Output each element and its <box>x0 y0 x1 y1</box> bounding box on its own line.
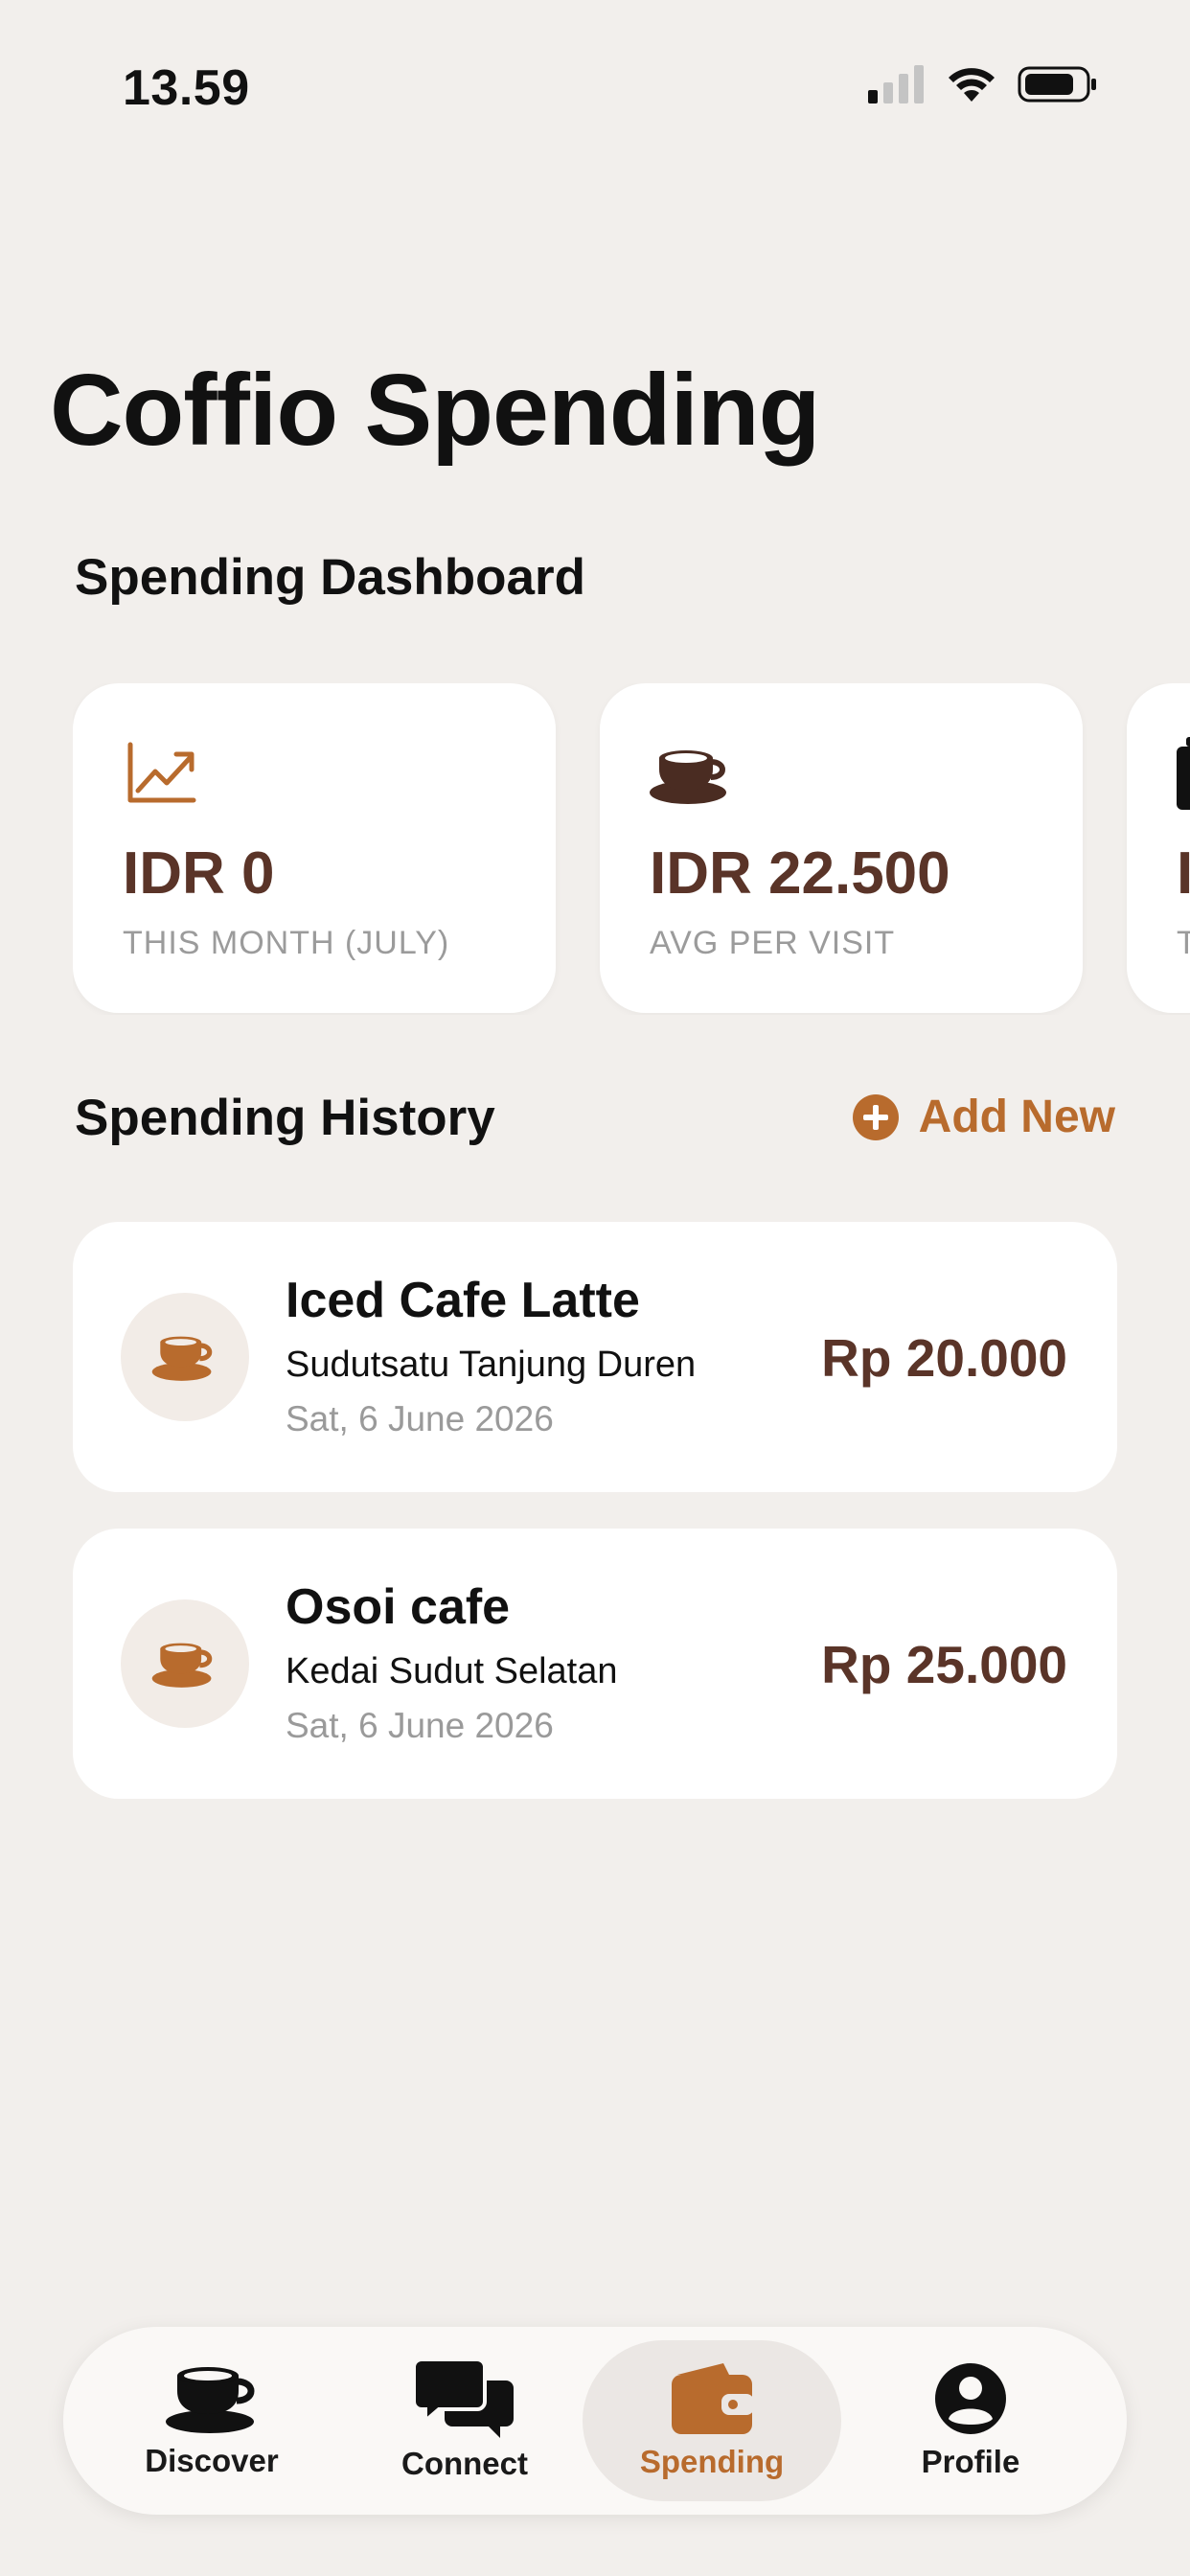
item-date: Sat, 6 June 2026 <box>286 1399 554 1438</box>
nav-item-profile[interactable]: Profile <box>841 2340 1100 2501</box>
item-icon-wrap <box>121 1599 249 1728</box>
item-date: Sat, 6 June 2026 <box>286 1706 554 1745</box>
stat-value: IDR 0 <box>123 840 275 907</box>
wifi-icon <box>949 68 995 102</box>
nav-label: Profile <box>921 2444 1020 2479</box>
stat-card-this-month[interactable]: IDR 0 THIS MONTH (JULY) <box>73 683 556 1013</box>
dashboard-cards[interactable]: IDR 0 THIS MONTH (JULY) IDR 22.500 AVG P… <box>73 683 1190 1015</box>
person-circle-icon <box>935 2363 1006 2434</box>
nav-item-connect[interactable]: Connect <box>335 2340 594 2501</box>
item-location: Sudutsatu Tanjung Duren <box>286 1345 697 1385</box>
stat-caption: THIS MONTH (JULY) <box>123 925 450 961</box>
stat-value: I <box>1177 840 1190 907</box>
history-item[interactable]: Iced Cafe Latte Sudutsatu Tanjung Duren … <box>73 1222 1117 1492</box>
plus-circle-icon <box>852 1093 899 1140</box>
item-name: Osoi cafe <box>286 1579 511 1635</box>
chat-bubbles-icon <box>414 2359 514 2438</box>
status-icons <box>868 65 1098 104</box>
dashboard-title: Spending Dashboard <box>75 549 585 606</box>
nav-item-discover[interactable]: Discover <box>82 2340 341 2501</box>
coffee-cup-icon <box>650 750 726 804</box>
item-location: Kedai Sudut Selatan <box>286 1651 618 1691</box>
history-title: Spending History <box>75 1090 495 1146</box>
nav-item-spending[interactable]: Spending <box>583 2340 841 2501</box>
history-item[interactable]: Osoi cafe Kedai Sudut Selatan Sat, 6 Jun… <box>73 1529 1117 1799</box>
page-title: Coffio Spending <box>50 354 820 467</box>
wallet-icon <box>672 2363 754 2434</box>
battery-icon <box>1018 66 1096 103</box>
add-new-button[interactable]: Add New <box>852 1091 1115 1143</box>
nav-label: Spending <box>639 2444 785 2479</box>
stat-card-avg-per-visit[interactable]: IDR 22.500 AVG PER VISIT <box>600 683 1083 1013</box>
coffee-cup-icon <box>151 1643 213 1688</box>
chart-line-up-icon <box>127 742 196 803</box>
item-amount: Rp 25.000 <box>821 1635 1067 1694</box>
item-amount: Rp 20.000 <box>821 1328 1067 1388</box>
item-name: Iced Cafe Latte <box>286 1273 640 1328</box>
item-icon-wrap <box>121 1293 249 1421</box>
bottom-nav: Discover Connect Spending Profile <box>63 2327 1127 2515</box>
stat-card-partial[interactable]: I T <box>1127 683 1190 1013</box>
stat-caption: T <box>1177 925 1190 961</box>
nav-label: Discover <box>145 2443 279 2478</box>
stat-caption: AVG PER VISIT <box>650 925 896 961</box>
add-new-label: Add New <box>918 1092 1115 1142</box>
nav-label: Connect <box>401 2446 528 2481</box>
coffee-cup-icon <box>166 2367 255 2433</box>
receipt-icon <box>1177 737 1190 810</box>
status-bar: 13.59 <box>0 0 1190 172</box>
stat-value: IDR 22.500 <box>650 840 950 907</box>
status-time: 13.59 <box>123 60 250 116</box>
signal-icon <box>868 65 924 104</box>
coffee-cup-icon <box>151 1336 213 1381</box>
